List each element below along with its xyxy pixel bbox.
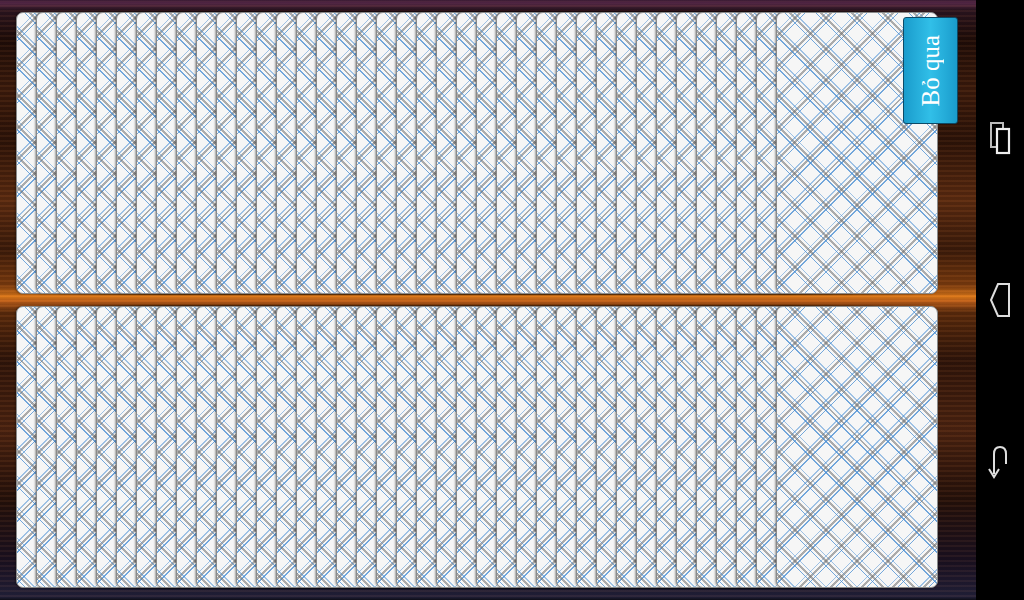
card-hand — [16, 12, 938, 294]
skip-label: Bỏ qua — [918, 35, 943, 107]
home-icon — [989, 282, 1011, 318]
recent-apps-button[interactable] — [980, 118, 1020, 158]
card-strip — [16, 12, 938, 294]
card-strip — [16, 306, 938, 588]
game-table: Bỏ qua — [0, 0, 976, 600]
card-hand — [16, 306, 938, 588]
card[interactable] — [776, 306, 938, 588]
home-button[interactable] — [980, 280, 1020, 320]
skip-button[interactable]: Bỏ qua — [903, 17, 958, 124]
navigation-bar — [976, 0, 1024, 600]
back-icon — [988, 444, 1012, 480]
recent-apps-icon — [989, 121, 1011, 155]
back-button[interactable] — [980, 442, 1020, 482]
